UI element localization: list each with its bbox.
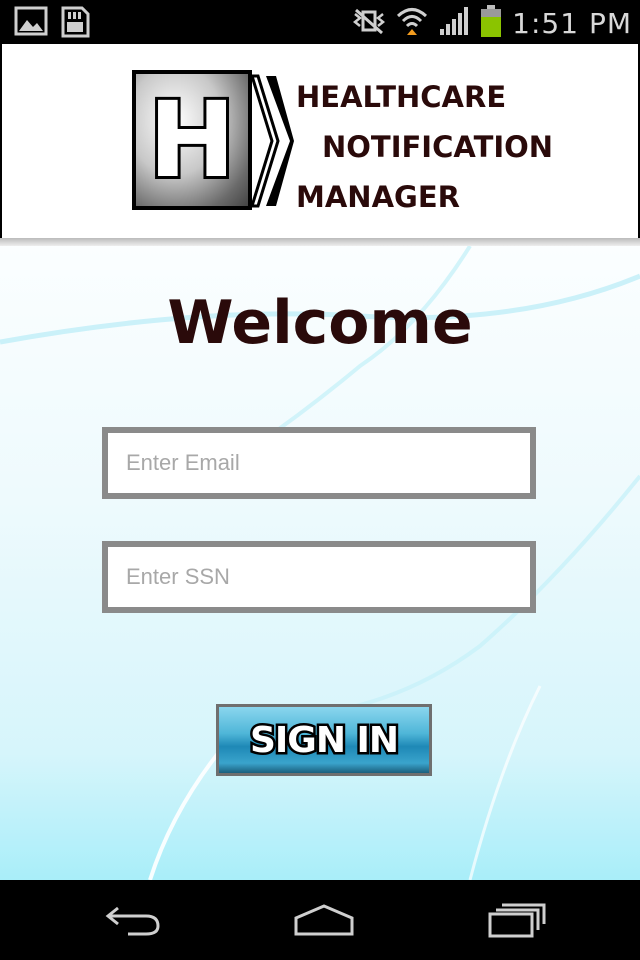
sd-card-icon [60, 6, 90, 43]
back-icon [105, 906, 160, 936]
image-icon [14, 6, 48, 43]
email-field-frame [102, 427, 536, 499]
header-banner: H HEALTHCARE NOTIFICATION MANAGER [2, 44, 638, 241]
mute-vibrate-icon [352, 6, 386, 41]
brand-line-notification: NOTIFICATION [322, 130, 554, 164]
ssn-input[interactable] [108, 547, 530, 607]
back-button[interactable] [94, 896, 174, 944]
email-input[interactable] [108, 433, 530, 493]
ssn-field-frame [102, 541, 536, 613]
logo-letter: H [145, 77, 238, 203]
welcome-heading: Welcome [167, 288, 473, 358]
status-time: 1:51 PM [512, 7, 632, 40]
status-bar: 1:51 PM [0, 0, 640, 42]
home-icon [294, 904, 354, 936]
recent-apps-icon [488, 903, 546, 938]
recent-apps-button[interactable] [476, 896, 556, 944]
wifi-icon [396, 5, 428, 42]
home-button[interactable] [284, 896, 364, 944]
header-divider [0, 238, 640, 246]
hospital-logo: H [132, 70, 252, 210]
brand-line-healthcare: HEALTHCARE [296, 80, 507, 114]
chevron-logo-icon [250, 74, 294, 208]
battery-icon [480, 4, 502, 43]
sign-in-button[interactable]: SIGN IN [216, 704, 432, 776]
system-nav-bar [0, 880, 640, 960]
sign-in-label: SIGN IN [247, 717, 401, 763]
signal-icon [438, 5, 470, 42]
login-screen: Welcome SIGN IN [0, 246, 640, 880]
brand-line-manager: MANAGER [296, 180, 460, 214]
app-header: H HEALTHCARE NOTIFICATION MANAGER [0, 42, 640, 246]
